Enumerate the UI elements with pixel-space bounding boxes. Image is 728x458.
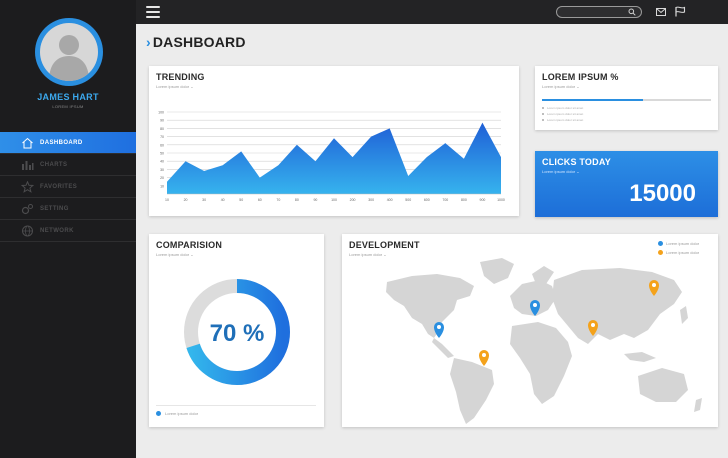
trending-area-chart: 10 20 30 40 50 60 70 80 90 100 10 20 30 40 50 60 70 80 90 1… [158,111,505,203]
x-tick-label: 30 [202,198,206,202]
sidebar-item-label: SETTING [40,205,69,212]
x-tick-label: 100 [331,198,337,202]
x-tick-label: 70 [276,198,280,202]
x-tick-label: 20 [184,198,188,202]
x-tick-label: 1000 [497,198,505,202]
search-icon[interactable] [628,8,636,16]
lorem-ipsum-card: LOREM IPSUM % Lorem ipsum dolor ⌄ Lorem … [535,66,718,130]
list-item: Lorem ipsum dolor sit amet [542,106,583,110]
sidebar: JAMES HART LOREM IPSUM DASHBOARD CHARTS … [0,0,136,458]
progress-bar-fill [542,99,644,101]
trending-card: TRENDING Lorem ipsum dolor ⌄ 10 20 30 40 50 6… [149,66,519,216]
sidebar-item-favorites[interactable]: FAVORITES [0,176,136,198]
clicks-subtitle[interactable]: Lorem ipsum dolor ⌄ [542,169,580,174]
legend-dot [156,411,161,416]
progress-bar [542,99,711,101]
x-tick-label: 300 [368,198,374,202]
avatar[interactable] [35,18,103,86]
trending-area-series [167,122,501,194]
y-tick-label: 30 [160,168,164,172]
lorem-card-title: LOREM IPSUM % [542,72,619,82]
sidebar-item-label: NETWORK [40,227,74,234]
y-tick-label: 100 [158,111,164,115]
list-item: Lorem ipsum dolor sit amet [542,118,583,122]
sidebar-item-charts[interactable]: CHARTS [0,154,136,176]
x-tick-label: 800 [461,198,467,202]
sidebar-item-network[interactable]: NETWORK [0,220,136,242]
x-tick-label: 40 [221,198,225,202]
user-role: LOREM IPSUM [52,104,84,109]
user-silhouette-icon [49,35,89,81]
clicks-value: 15000 [629,180,696,207]
main-content: › DASHBOARD TRENDING Lorem ipsum dolor ⌄ … [136,24,728,458]
x-tick-label: 200 [350,198,356,202]
y-tick-label: 80 [160,127,164,131]
top-bar [136,0,728,24]
page-title: › DASHBOARD [146,34,246,50]
notification-flag-icon[interactable] [674,6,686,17]
x-tick-label: 50 [239,198,243,202]
list-item: Lorem ipsum dolor sit amet [542,112,583,116]
y-tick-label: 70 [160,135,164,139]
chevron-right-icon: › [146,34,151,50]
y-tick-label: 10 [160,184,164,188]
comparison-legend: Lorem ipsum dolor [156,411,198,416]
x-tick-label: 80 [295,198,299,202]
x-tick-label: 500 [405,198,411,202]
comparison-percent-label: 70 % [210,320,265,347]
globe-icon [22,225,33,236]
search-input[interactable] [562,8,628,16]
x-tick-label: 10 [165,198,169,202]
x-tick-label: 700 [442,198,448,202]
sidebar-item-dashboard[interactable]: DASHBOARD [0,132,136,154]
map-pin-orange[interactable] [479,350,489,366]
y-tick-label: 90 [160,119,164,123]
x-tick-label: 90 [313,198,317,202]
user-name: JAMES HART [37,92,99,102]
x-tick-label: 400 [387,198,393,202]
lorem-card-subtitle[interactable]: Lorem ipsum dolor ⌄ [542,84,580,89]
comparison-donut-chart: 70 % [184,279,290,385]
divider [156,405,316,406]
clicks-today-card: CLICKS TODAY Lorem ipsum dolor ⌄ 15000 [535,151,718,217]
star-icon [21,180,34,193]
x-tick-label: 900 [480,198,486,202]
hamburger-menu-icon[interactable] [146,6,160,18]
x-tick-label: 60 [258,198,262,202]
mail-icon[interactable] [656,8,666,16]
search-box[interactable] [556,6,642,18]
y-tick-label: 40 [160,160,164,164]
x-tick-label: 600 [424,198,430,202]
development-card: DEVELOPMENT Lorem ipsum dolor ⌄ Lorem ip… [342,234,718,427]
world-map [386,258,702,424]
home-icon [22,137,33,148]
sidebar-item-label: CHARTS [40,161,68,168]
y-tick-label: 60 [160,143,164,147]
y-tick-label: 20 [160,176,164,180]
sidebar-item-label: DASHBOARD [40,139,83,146]
sidebar-item-setting[interactable]: SETTING [0,198,136,220]
sidebar-nav: DASHBOARD CHARTS FAVORITES SETTING NETWO… [0,132,136,242]
gear-icon [21,203,33,214]
page-title-text: DASHBOARD [152,34,246,50]
avatar-image [40,23,98,81]
clicks-title: CLICKS TODAY [542,157,611,167]
sidebar-item-label: FAVORITES [40,183,78,190]
y-tick-label: 50 [160,152,164,156]
comparison-card: COMPARISION Lorem ipsum dolor ⌄ 70 % Lor… [149,234,324,427]
bar-chart-icon [22,160,34,170]
